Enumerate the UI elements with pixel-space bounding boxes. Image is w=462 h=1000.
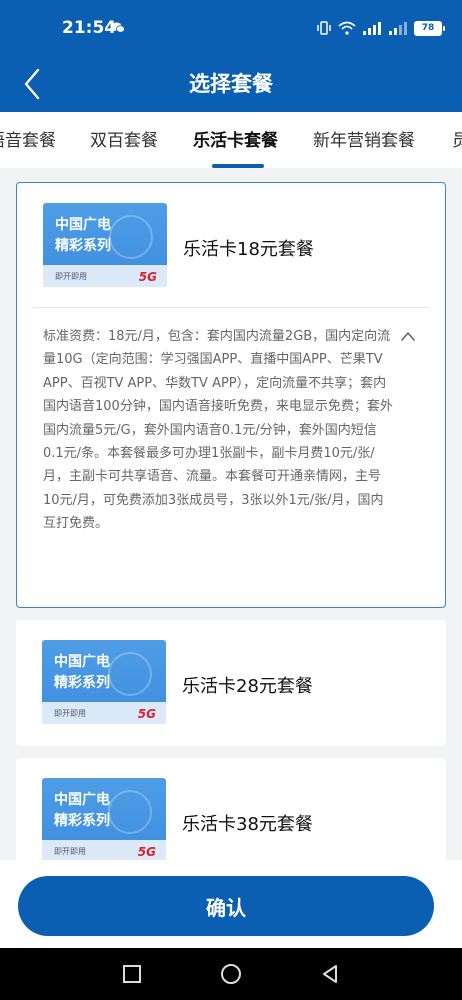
confirm-button[interactable]: 确认 <box>18 876 434 936</box>
plan-card-28[interactable]: 中国广电 精彩系列 即开即用 5G 乐活卡28元套餐 <box>16 620 446 746</box>
signal-icon <box>363 22 381 35</box>
wechat-icon <box>111 22 125 33</box>
collapse-chevron-up-icon[interactable] <box>399 329 417 343</box>
5g-badge: 5G <box>138 270 157 284</box>
plan-name: 乐活卡18元套餐 <box>183 239 314 260</box>
app-header: 21:54 78 选择套餐 <box>0 0 462 112</box>
status-time: 21:54 <box>62 18 117 38</box>
plan-list: 中国广电 精彩系列 即开即用 5G 乐活卡18元套餐 标准资费：18元/月，包含… <box>0 168 462 860</box>
vibrate-icon <box>317 21 331 35</box>
circle-nav-icon[interactable] <box>219 962 243 986</box>
wifi-icon <box>338 21 356 35</box>
thumbnail-subtitle: 即开即用 <box>55 272 87 281</box>
tab-employee[interactable]: 员 <box>452 126 462 151</box>
thumbnail-title: 中国广电 精彩系列 <box>54 792 110 829</box>
plan-card-18[interactable]: 中国广电 精彩系列 即开即用 5G 乐活卡18元套餐 标准资费：18元/月，包含… <box>16 182 446 608</box>
square-nav-icon[interactable] <box>120 962 144 986</box>
tab-new-year-promo[interactable]: 新年营销套餐 <box>313 126 415 151</box>
swirl-decoration-icon <box>108 790 152 834</box>
tab-double-hundred[interactable]: 双百套餐 <box>90 126 158 151</box>
plan-name: 乐活卡28元套餐 <box>182 676 313 697</box>
triangle-back-icon[interactable] <box>318 962 342 986</box>
thumbnail-title: 中国广电 精彩系列 <box>54 654 110 691</box>
plan-name: 乐活卡38元套餐 <box>182 814 313 835</box>
plan-thumbnail: 中国广电 精彩系列 即开即用 5G <box>42 778 166 860</box>
card-divider <box>33 307 429 308</box>
system-navigation-bar <box>0 948 462 1000</box>
plan-card-38[interactable]: 中国广电 精彩系列 即开即用 5G 乐活卡38元套餐 <box>16 758 446 860</box>
thumbnail-subtitle: 即开即用 <box>54 709 86 718</box>
5g-badge: 5G <box>137 845 156 859</box>
status-icons: 78 <box>316 18 445 38</box>
thumbnail-subtitle: 即开即用 <box>54 847 86 856</box>
tab-lehuo-card[interactable]: 乐活卡套餐 <box>193 126 278 151</box>
plan-thumbnail: 中国广电 精彩系列 即开即用 5G <box>42 640 166 724</box>
5g-badge: 5G <box>137 707 156 721</box>
nav-bar: 选择套餐 <box>0 56 462 112</box>
battery-icon: 78 <box>414 20 445 36</box>
thumbnail-title: 中国广电 精彩系列 <box>55 217 111 254</box>
signal-icon-2 <box>389 22 407 35</box>
plan-category-tabs: 语音套餐 双百套餐 乐活卡套餐 新年营销套餐 员 <box>0 112 462 168</box>
plan-thumbnail: 中国广电 精彩系列 即开即用 5G <box>43 203 167 287</box>
page-title: 选择套餐 <box>189 72 273 96</box>
confirm-bar: 确认 <box>0 860 462 948</box>
swirl-decoration-icon <box>109 215 153 259</box>
tab-voice[interactable]: 语音套餐 <box>0 126 56 151</box>
swirl-decoration-icon <box>108 652 152 696</box>
status-bar: 21:54 78 <box>0 0 462 56</box>
plan-description: 标准资费：18元/月，包含：套内国内流量2GB，国内定向流量10G（定向范围：学… <box>43 329 393 532</box>
